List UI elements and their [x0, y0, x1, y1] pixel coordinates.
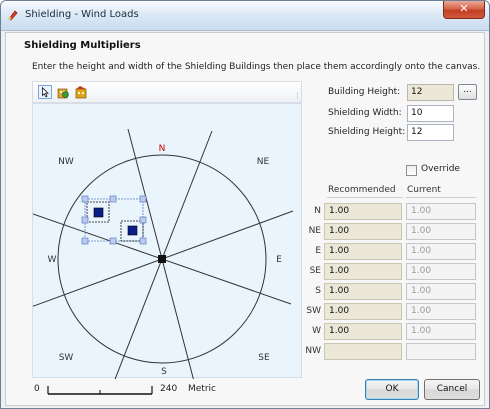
current-cell-n: 1.00 [406, 203, 476, 220]
pointer-icon[interactable] [38, 85, 52, 99]
selection-handles[interactable] [81, 195, 147, 245]
dialog-content: Shielding Multipliers Enter the height a… [5, 32, 485, 406]
cancel-button[interactable]: Cancel [424, 379, 480, 400]
shielding-building-group[interactable] [81, 195, 147, 245]
title-bar[interactable]: Shielding - Wind Loads ✕ [1, 1, 489, 31]
compass-label-sw: SW [59, 353, 74, 363]
compass-label-s: S [161, 367, 167, 377]
compass-label-nw: NW [58, 157, 74, 167]
compass-label-w: W [48, 255, 57, 265]
row-dir-s: S [315, 286, 321, 296]
row-dir-n: N [314, 206, 321, 216]
recommended-cell-s: 1.00 [324, 283, 402, 300]
compass-label-n: N [159, 144, 166, 154]
canvas-toolbar: ⋮ [32, 81, 302, 103]
current-cell-w: 1.00 [406, 323, 476, 340]
ok-button[interactable]: OK [365, 379, 419, 400]
current-cell-e: 1.00 [406, 243, 476, 260]
recommended-cell-e: 1.00 [324, 243, 402, 260]
recommended-cell-se: 1.00 [324, 263, 402, 280]
recommended-header: Recommended [328, 185, 396, 195]
row-dir-nw: NW [305, 346, 321, 356]
shielding-width-label: Shielding Width: [328, 108, 402, 118]
scale-ruler [47, 386, 153, 395]
override-checkbox-box[interactable] [406, 165, 417, 176]
current-header-divider [406, 197, 476, 198]
row-dir-se: SE [309, 266, 321, 276]
current-cell-sw: 1.00 [406, 303, 476, 320]
row-dir-ne: NE [308, 226, 321, 236]
recommended-cell-w: 1.00 [324, 323, 402, 340]
building-add-icon[interactable] [74, 85, 88, 99]
window-title: Shielding - Wind Loads [25, 9, 139, 20]
compass-diagram: N NE E SE S SW W NW [33, 128, 294, 379]
shielding-canvas[interactable]: N NE E SE S SW W NW [32, 103, 302, 379]
building-height-field: 12 [407, 84, 454, 101]
scale-end: 240 [160, 384, 178, 394]
shielding-dialog: Shielding - Wind Loads ✕ Shielding Multi… [0, 0, 490, 409]
instructions-text: Enter the height and width of the Shield… [32, 62, 481, 72]
recommended-cell-ne: 1.00 [324, 223, 402, 240]
app-icon [8, 10, 18, 21]
recommended-cell-n: 1.00 [324, 203, 402, 220]
recommended-cell-sw: 1.00 [324, 303, 402, 320]
shielding-building[interactable] [127, 225, 138, 236]
scale-start: 0 [34, 384, 40, 394]
section-heading: Shielding Multipliers [24, 40, 141, 51]
compass-label-se: SE [258, 353, 270, 363]
row-dir-e: E [315, 246, 321, 256]
shielding-height-label: Shielding Height: [328, 127, 406, 137]
current-header: Current [407, 185, 441, 195]
close-button[interactable]: ✕ [443, 1, 485, 19]
scale-unit: Metric [188, 384, 216, 394]
recommended-header-divider [327, 197, 403, 198]
shielding-building[interactable] [93, 207, 104, 218]
override-label: Override [421, 164, 460, 174]
current-cell-s: 1.00 [406, 283, 476, 300]
current-cell-ne: 1.00 [406, 223, 476, 240]
building-height-label: Building Height: [328, 87, 401, 97]
recommended-cell-nw [324, 343, 402, 360]
building-height-browse-button[interactable]: ... [458, 84, 477, 100]
compass-label-e: E [276, 255, 282, 265]
row-dir-sw: SW [306, 306, 321, 316]
shielding-width-field[interactable]: 10 [407, 105, 454, 122]
compass-label-ne: NE [257, 157, 270, 167]
current-cell-se: 1.00 [406, 263, 476, 280]
building-center-marker [158, 255, 166, 263]
scale-bar: 0 240 Metric [32, 382, 332, 398]
building-icon[interactable] [56, 85, 70, 99]
row-dir-w: W [312, 326, 321, 336]
close-icon: ✕ [459, 2, 469, 15]
current-cell-nw [406, 343, 476, 360]
shielding-height-field[interactable]: 12 [407, 124, 454, 141]
toolbar-overflow-icon[interactable]: ⋮ [294, 92, 301, 100]
